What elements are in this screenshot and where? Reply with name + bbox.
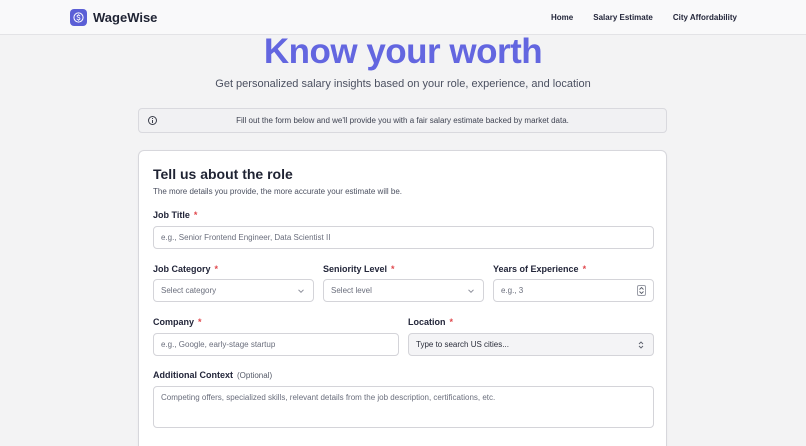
form-subtitle: The more details you provide, the more a… [153,187,403,196]
location-label-text: Location [408,317,446,327]
dollar-coin-icon [70,8,87,26]
brand-name: WageWise [93,9,158,25]
nav-links: Home Salary Estimate City Affordability [551,13,737,22]
company-placeholder: e.g., Google, early-stage startup [161,340,276,349]
nav-link-salary-estimate[interactable]: Salary Estimate [593,13,653,22]
job-title-placeholder: e.g., Senior Frontend Engineer, Data Sci… [161,233,331,242]
info-text: Fill out the form below and we'll provid… [236,116,569,125]
required-marker: * [582,264,587,274]
hero-subtitle: Get personalized salary insights based o… [215,78,591,90]
job-category-label-text: Job Category [153,264,211,274]
required-marker: * [449,317,454,327]
seniority-placeholder: Select level [331,286,372,295]
form-title: Tell us about the role [153,166,293,182]
chevron-up-down-icon [638,340,644,349]
location-label: Location * [408,317,453,327]
brand[interactable]: WageWise [70,8,158,26]
context-placeholder: Competing offers, specialized skills, re… [161,393,496,402]
location-placeholder: Type to search US cities... [416,340,509,349]
seniority-label-text: Seniority Level [323,264,388,274]
nav-link-city-affordability[interactable]: City Affordability [673,13,737,22]
hero-title: Know your worth [263,32,543,71]
chevron-down-icon [298,288,304,293]
required-marker: * [198,317,202,327]
nav-link-home[interactable]: Home [551,13,573,22]
info-banner: Fill out the form below and we'll provid… [138,108,667,133]
job-category-label: Job Category * [153,264,218,274]
top-navbar: WageWise Home Salary Estimate City Affor… [0,0,806,35]
company-label: Company * [153,317,202,327]
required-marker: * [193,210,198,220]
required-marker: * [214,264,219,274]
company-label-text: Company [153,317,195,327]
job-title-label: Job Title * [153,210,197,220]
number-stepper-icon[interactable] [637,285,646,296]
optional-tag: (Optional) [237,371,273,380]
job-title-input[interactable]: e.g., Senior Frontend Engineer, Data Sci… [153,226,654,249]
job-title-label-text: Job Title [153,210,190,220]
salary-form-card: Tell us about the role The more details … [138,150,667,446]
experience-label-text: Years of Experience [493,264,579,274]
chevron-down-icon [468,288,474,293]
experience-input[interactable]: e.g., 3 [493,279,654,302]
seniority-select[interactable]: Select level [323,279,484,302]
experience-label: Years of Experience * [493,264,586,274]
context-label: Additional Context (Optional) [153,370,272,380]
job-category-placeholder: Select category [161,286,217,295]
experience-placeholder: e.g., 3 [501,286,524,295]
context-label-text: Additional Context [153,370,233,380]
seniority-label: Seniority Level * [323,264,395,274]
location-combobox[interactable]: Type to search US cities... [408,333,654,356]
company-input[interactable]: e.g., Google, early-stage startup [153,333,399,356]
job-category-select[interactable]: Select category [153,279,314,302]
info-circle-icon [148,116,157,125]
context-textarea[interactable]: Competing offers, specialized skills, re… [153,386,654,428]
required-marker: * [391,264,395,274]
